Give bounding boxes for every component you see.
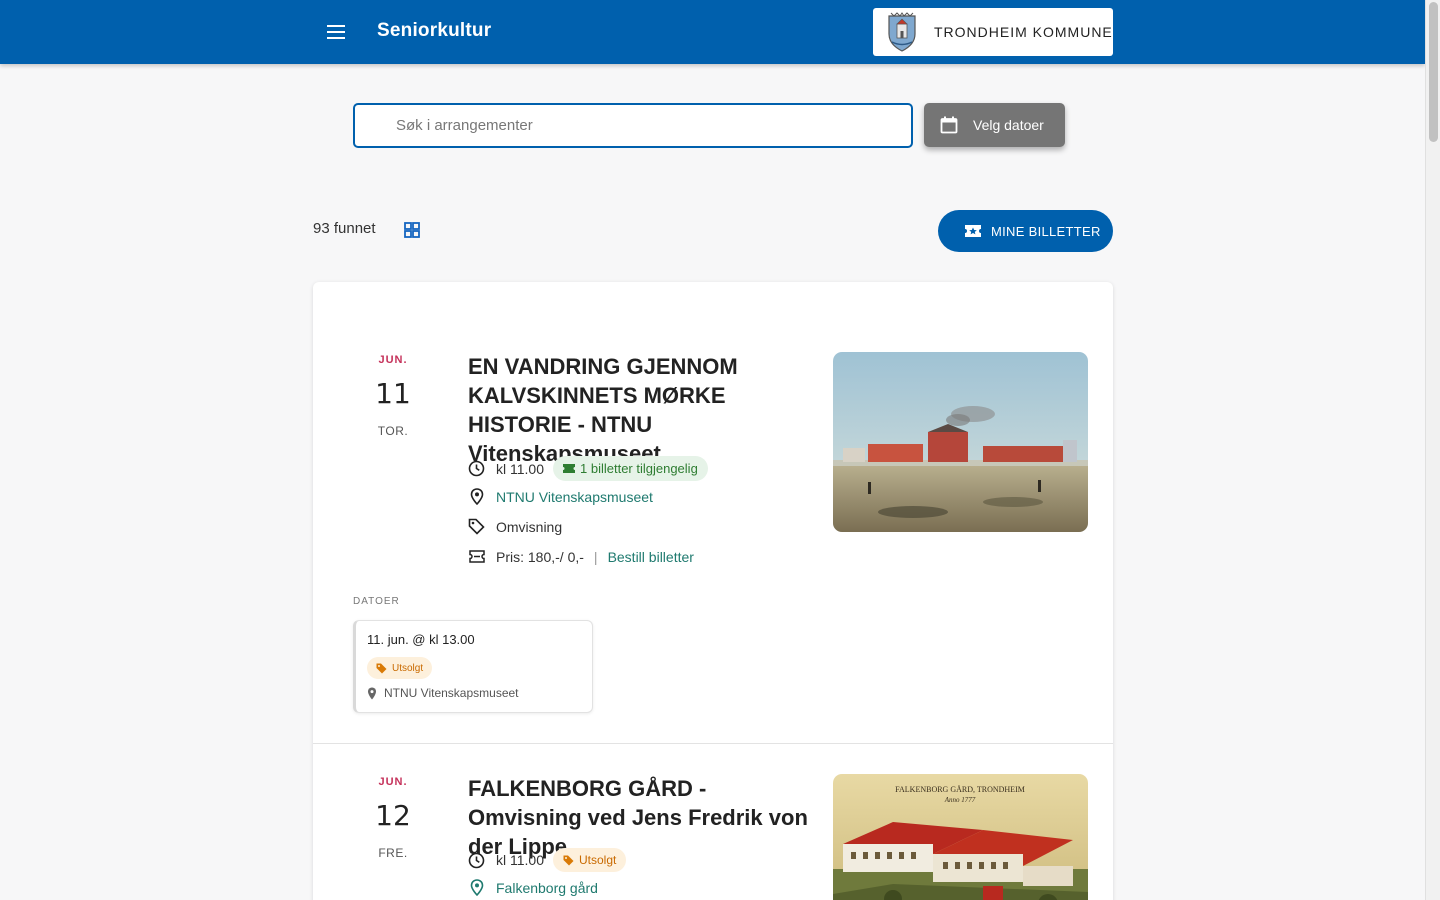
scrollbar-thumb[interactable]	[1429, 2, 1438, 142]
soldout-badge: Utsolgt	[367, 657, 433, 679]
event-day: 11	[375, 377, 411, 410]
my-tickets-button[interactable]: MINE BILLETTER	[938, 210, 1113, 252]
event-title[interactable]: EN VANDRING GJENNOM KALVSKINNETS MØRKE H…	[468, 352, 813, 468]
clock-icon	[468, 852, 485, 868]
event-price: Pris: 180,-/ 0,-	[496, 548, 584, 565]
event-category: Omvisning	[496, 518, 563, 535]
location-pin-icon	[368, 687, 376, 699]
tag-icon	[376, 663, 387, 673]
event-divider	[313, 743, 1113, 744]
event-price-row: Pris: 180,-/ 0,- | Bestill billetter	[468, 548, 694, 565]
event-image-painting	[833, 352, 1088, 532]
separator: |	[593, 548, 598, 565]
ticket-icon	[468, 550, 485, 563]
grid-view-icon[interactable]	[403, 221, 421, 239]
brand-logo-box[interactable]: TRONDHEIM KOMMUNE	[873, 8, 1113, 56]
event-month: JUN.	[378, 776, 408, 788]
dates-section-label: DATOER	[353, 596, 400, 607]
app-title[interactable]: Seniorkultur	[377, 20, 491, 42]
event-venue-row: Falkenborg gård	[468, 879, 598, 896]
event-weekday: TOR.	[377, 424, 409, 438]
location-pin-icon	[470, 879, 483, 896]
date-option-card[interactable]: 11. jun. @ kl 13.00 Utsolgt NTNU Vitensk…	[353, 620, 593, 713]
top-app-bar: Seniorkultur TRONDHEIM KOMMUNE	[0, 0, 1425, 64]
calendar-icon	[940, 116, 958, 134]
select-dates-label: Velg datoer	[973, 117, 1044, 133]
event-time: kl 11.00	[496, 460, 544, 477]
image-caption-line1: FALKENBORG GÅRD, TRONDHEIM	[895, 785, 1025, 794]
event-time-row: kl 11.00 Utsolgt	[468, 848, 627, 872]
event-list: JUN. 11 TOR. EN VANDRING GJENNOM KALVSKI…	[313, 282, 1113, 900]
menu-icon[interactable]	[322, 18, 350, 46]
availability-badge: 1 billetter tilgjengelig	[553, 456, 708, 481]
soldout-badge: Utsolgt	[553, 848, 627, 872]
book-tickets-link[interactable]: Bestill billetter	[608, 549, 694, 565]
select-dates-button[interactable]: Velg datoer	[924, 103, 1065, 147]
event-venue-link[interactable]: Falkenborg gård	[496, 880, 598, 896]
brand-name: TRONDHEIM KOMMUNE	[934, 24, 1113, 40]
event-time-row: kl 11.00 1 billetter tilgjengelig	[468, 456, 708, 481]
city-crest-icon	[888, 12, 916, 52]
result-count: 93 funnet	[313, 220, 376, 237]
soldout-text: Utsolgt	[579, 853, 617, 867]
ticket-icon	[965, 225, 981, 237]
tag-icon	[468, 518, 485, 535]
tag-icon	[563, 855, 574, 865]
date-option-venue: NTNU Vitenskapsmuseet	[384, 686, 519, 700]
event-venue-row: NTNU Vitenskapsmuseet	[468, 488, 653, 505]
event-image[interactable]: FALKENBORG GÅRD, TRONDHEIM Anno 1777	[833, 774, 1088, 900]
ticket-icon	[563, 464, 575, 473]
my-tickets-label: MINE BILLETTER	[991, 223, 1101, 239]
soldout-text: Utsolgt	[392, 662, 424, 674]
event-category-row: Omvisning	[468, 518, 562, 535]
clock-icon	[468, 460, 485, 477]
event-time: kl 11.00	[496, 852, 544, 868]
availability-text: 1 billetter tilgjengelig	[580, 461, 698, 476]
event-image-painting: FALKENBORG GÅRD, TRONDHEIM Anno 1777	[833, 774, 1088, 900]
image-caption-line2: Anno 1777	[944, 796, 976, 804]
event-image[interactable]	[833, 352, 1088, 532]
location-pin-icon	[470, 488, 483, 505]
date-option-venue-row: NTNU Vitenskapsmuseet	[367, 686, 519, 700]
event-day: 12	[375, 799, 411, 832]
event-venue-link[interactable]: NTNU Vitenskapsmuseet	[496, 489, 653, 505]
event-month: JUN.	[378, 354, 408, 366]
event-weekday: FRE.	[378, 846, 408, 860]
date-option-time: 11. jun. @ kl 13.00	[367, 632, 475, 647]
page-scrollbar[interactable]	[1425, 0, 1440, 900]
search-input[interactable]	[353, 103, 913, 148]
